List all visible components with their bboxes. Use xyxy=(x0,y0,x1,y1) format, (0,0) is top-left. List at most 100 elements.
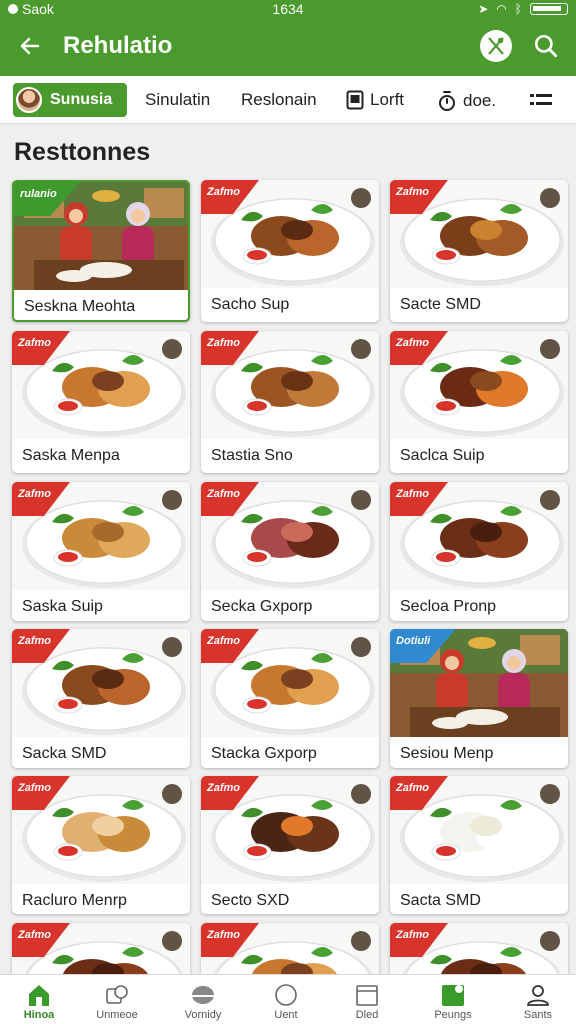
restaurant-card[interactable]: Zafmo Sacte SMD xyxy=(390,180,568,322)
gallery-icon xyxy=(104,983,130,1007)
battery-icon xyxy=(530,3,568,15)
wifi-icon: ◠ xyxy=(496,2,507,16)
nav-item-uent[interactable]: Uent xyxy=(250,975,322,1024)
restaurant-card[interactable]: Zafmo Secloa Pronp xyxy=(390,482,568,621)
restaurant-card[interactable]: Zafmo Secka Gxporp xyxy=(201,482,379,621)
bottom-navigation: Hinoa Unmeoe Vornidy Uent Dled Peungs Sants xyxy=(0,974,576,1024)
tab-sunusia[interactable]: Sunusia xyxy=(13,83,127,117)
dish-photo: Zafmo xyxy=(390,180,568,288)
nav-item-hinoa[interactable]: Hinoa xyxy=(3,975,75,1024)
tab-label: doe. xyxy=(463,91,497,110)
profile-icon xyxy=(525,983,551,1007)
back-button[interactable] xyxy=(14,30,46,62)
restaurant-card[interactable]: Zafmo Sacta SMD xyxy=(390,776,568,914)
restaurant-card[interactable]: Zafmo Secto SXD xyxy=(201,776,379,914)
restaurant-name: Secloa Pronp xyxy=(400,598,497,615)
restaurant-name: Sacho Sup xyxy=(211,296,290,313)
nav-label: Hinoa xyxy=(23,1009,55,1021)
tab-lorft[interactable]: Lorft xyxy=(346,90,404,110)
status-time: 1634 xyxy=(272,1,304,17)
nav-label: Peungs xyxy=(434,1009,472,1021)
search-button[interactable] xyxy=(530,30,562,62)
search-icon xyxy=(534,34,558,58)
calendar-icon xyxy=(354,983,380,1007)
home-icon xyxy=(26,983,52,1007)
nav-item-sants[interactable]: Sants xyxy=(502,975,574,1024)
dish-photo: Zafmo xyxy=(201,180,379,288)
status-icons: ➤ ◠ ᛒ xyxy=(478,2,568,16)
avatar xyxy=(16,87,42,113)
nav-label: Dled xyxy=(355,1009,379,1021)
restaurant-name: Saska Menpa xyxy=(22,447,120,464)
timer-icon xyxy=(439,91,455,111)
restaurant-card[interactable]: Zafmo Sacho Sup xyxy=(201,180,379,322)
restaurant-card[interactable]: Zafmo Saska Menpa xyxy=(12,331,190,473)
tab-doe[interactable]: doe. xyxy=(437,90,496,112)
nav-item-peungs[interactable]: Peungs xyxy=(417,975,489,1024)
restaurant-card[interactable]: Zafmo Sacka SMD xyxy=(12,629,190,768)
circle-icon xyxy=(273,983,299,1007)
bookmark-icon xyxy=(440,983,466,1007)
nav-label: Unmeoe xyxy=(96,1009,138,1021)
location-icon: ➤ xyxy=(478,2,489,16)
filter-button[interactable] xyxy=(480,30,512,62)
dish-photo: Zafmo xyxy=(12,331,190,439)
restaurant-card[interactable]: Zafmo Saska Suip xyxy=(12,482,190,621)
dish-photo: Zafmo xyxy=(390,776,568,884)
restaurant-card[interactable]: Zafmo Saclca Suip xyxy=(390,331,568,473)
document-icon xyxy=(346,90,364,110)
dish-photo: Zafmo xyxy=(12,482,190,590)
restaurant-name: Secka Gxporp xyxy=(211,598,313,615)
status-dot-icon xyxy=(8,4,18,14)
bluetooth-icon: ᛒ xyxy=(514,2,522,16)
tab-label: Reslonain xyxy=(241,90,317,109)
restaurant-name: Sacka SMD xyxy=(22,745,107,762)
page-title: Rehulatio xyxy=(63,32,173,59)
app-bar: Rehulatio xyxy=(0,18,576,76)
dish-photo: Zafmo xyxy=(201,776,379,884)
restaurant-name: Saclca Suip xyxy=(400,447,485,464)
status-bar: Saok 1634 ➤ ◠ ᛒ xyxy=(0,0,576,18)
nav-item-vornidy[interactable]: Vornidy xyxy=(167,975,239,1024)
nav-label: Vornidy xyxy=(184,1009,222,1021)
carrier-label: Saok xyxy=(22,1,54,17)
restaurant-name: Sacta SMD xyxy=(400,892,481,909)
category-tabs: Sunusia Sinulatin Reslonain Lorft doe. xyxy=(0,76,576,124)
restaurant-name: Seskna Meohta xyxy=(24,298,136,315)
dish-photo: Zafmo xyxy=(390,482,568,590)
back-arrow-icon xyxy=(20,37,40,55)
tab-label: Sinulatin xyxy=(145,90,211,109)
restaurant-name: Saska Suip xyxy=(22,598,103,615)
restaurant-card[interactable]: rulanio Seskna Meohta xyxy=(12,180,190,322)
nav-item-dled[interactable]: Dled xyxy=(331,975,403,1024)
tab-reslonain[interactable]: Reslonain xyxy=(241,90,317,110)
tab-sinulatin[interactable]: Sinulatin xyxy=(145,90,210,110)
dish-photo: Zafmo xyxy=(12,629,190,737)
dish-photo: Zafmo xyxy=(201,331,379,439)
restaurant-name: Stastia Sno xyxy=(211,447,293,464)
utensils-icon xyxy=(488,37,504,55)
restaurant-card[interactable]: Zafmo Racluro Menrp xyxy=(12,776,190,914)
dish-photo: Zafmo xyxy=(390,331,568,439)
dish-photo: Dotiuli xyxy=(390,629,568,737)
restaurant-card[interactable]: Dotiuli Sesiou Menp xyxy=(390,629,568,768)
restaurant-card[interactable]: Zafmo Stastia Sno xyxy=(201,331,379,473)
restaurant-name: Sesiou Menp xyxy=(400,745,494,762)
dish-photo: Zafmo xyxy=(201,629,379,737)
tab-label: Lorft xyxy=(370,90,405,109)
menu-icon[interactable] xyxy=(530,92,552,110)
dome-icon xyxy=(190,983,216,1007)
restaurant-card[interactable]: Zafmo Stacka Gxporp xyxy=(201,629,379,768)
dish-photo: Zafmo xyxy=(201,482,379,590)
restaurant-name: Racluro Menrp xyxy=(22,892,127,909)
restaurant-name: Stacka Gxporp xyxy=(211,745,317,762)
restaurant-name: Sacte SMD xyxy=(400,296,481,313)
nav-label: Sants xyxy=(523,1009,553,1021)
dish-photo: Zafmo xyxy=(12,776,190,884)
tab-label: Sunusia xyxy=(50,91,113,108)
status-carrier: Saok xyxy=(8,1,54,17)
nav-item-unmeoe[interactable]: Unmeoe xyxy=(81,975,153,1024)
restaurant-name: Secto SXD xyxy=(211,892,290,909)
dish-photo: rulanio xyxy=(14,182,188,290)
section-title: Resttonnes xyxy=(14,138,151,166)
